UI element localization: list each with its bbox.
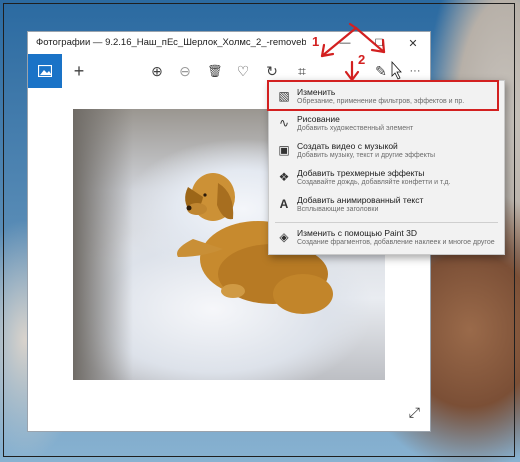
video-icon: ▣ <box>278 143 290 157</box>
menu-item-title: Изменить с помощью Paint 3D <box>297 228 417 238</box>
menu-item-subtitle: Создавайте дождь, добавляйте конфетти и … <box>297 179 451 186</box>
menu-item-title: Добавить анимированный текст <box>297 195 424 205</box>
close-button[interactable]: ✕ <box>396 32 430 54</box>
window-title: Фотографии — 9.2.16_Наш_пЕс_Шерлок_Холмс… <box>36 37 306 48</box>
menu-item-draw[interactable]: ∿ Рисование Добавить художественный элем… <box>269 112 504 138</box>
zoom-out-button[interactable]: ⊖ <box>168 54 202 88</box>
menu-item-title: Создать видео с музыкой <box>297 141 398 151</box>
menu-separator <box>275 222 498 223</box>
expand-icon[interactable]: ⤢ <box>409 404 420 421</box>
add-button[interactable]: + <box>62 54 96 88</box>
draw-icon: ∿ <box>278 116 290 130</box>
annotation-step-2: 2 <box>358 52 366 67</box>
menu-item-title: Добавить трехмерные эффекты <box>297 168 425 178</box>
minimize-button[interactable]: — <box>328 32 362 54</box>
title-bar: Фотографии — 9.2.16_Наш_пЕс_Шерлок_Холмс… <box>28 32 430 54</box>
3d-effects-icon: ❖ <box>278 170 290 184</box>
menu-item-animated-text[interactable]: A Добавить анимированный текст Всплывающ… <box>269 193 504 219</box>
menu-item-3d-effects[interactable]: ❖ Добавить трехмерные эффекты Создавайте… <box>269 166 504 192</box>
highlight-edit-item <box>267 80 499 111</box>
maximize-button[interactable]: ☐ <box>362 32 396 54</box>
menu-item-title: Рисование <box>297 114 340 124</box>
menu-item-subtitle: Всплывающие заголовки <box>297 206 379 213</box>
menu-item-subtitle: Добавить музыку, текст и другие эффекты <box>297 152 436 159</box>
animated-text-icon: A <box>279 197 289 211</box>
menu-item-paint3d[interactable]: ◈ Изменить с помощью Paint 3D Создание ф… <box>269 226 504 252</box>
menu-item-video[interactable]: ▣ Создать видео с музыкой Добавить музык… <box>269 139 504 165</box>
picture-icon[interactable] <box>28 54 62 88</box>
picture-icon-glyph <box>38 65 52 77</box>
paint3d-icon: ◈ <box>279 230 289 244</box>
menu-item-subtitle: Создание фрагментов, добавление наклеек … <box>297 239 495 246</box>
annotation-step-1: 1 <box>312 34 320 49</box>
menu-item-subtitle: Добавить художественный элемент <box>297 125 414 132</box>
